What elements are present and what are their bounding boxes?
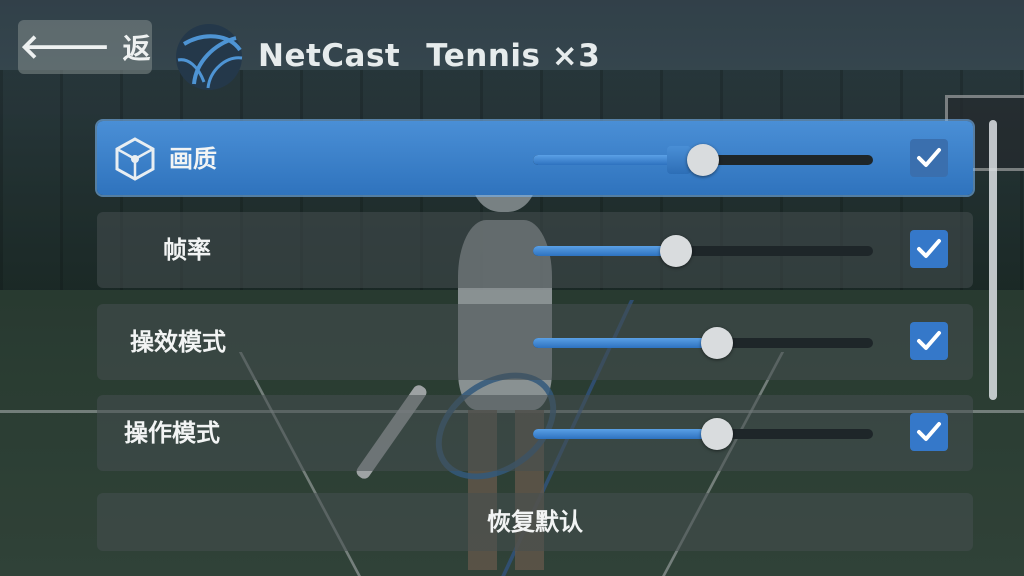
checkmark-icon [917, 148, 941, 167]
framerate-slider[interactable] [533, 235, 873, 267]
setting-row-framerate[interactable]: 帧率 [97, 212, 973, 288]
setting-label: 操效模式 [130, 328, 226, 356]
effect-mode-checkbox[interactable] [910, 322, 948, 360]
tennis-ball-logo-icon [176, 24, 243, 90]
slider-knob[interactable] [659, 235, 692, 267]
graphics-checkbox[interactable] [910, 139, 948, 177]
reset-defaults-button[interactable]: 恢复默认 [97, 493, 973, 551]
checkmark-icon [917, 331, 941, 350]
back-button[interactable]: 🡐 返 [18, 20, 152, 74]
control-mode-checkbox[interactable] [910, 413, 948, 451]
setting-row-effect-mode[interactable]: 操效模式 [97, 304, 973, 380]
scrollbar[interactable] [989, 120, 997, 400]
app-title: NetCast Tennis ×3 [258, 38, 600, 74]
back-arrow-icon: 🡐 [19, 27, 111, 67]
checkmark-icon [917, 239, 941, 258]
setting-row-graphics[interactable]: 画质 [97, 121, 973, 195]
framerate-checkbox[interactable] [910, 230, 948, 268]
app-name: NetCast [258, 38, 401, 74]
back-label: 返 [122, 32, 151, 65]
graphics-slider[interactable] [533, 144, 873, 176]
effect-mode-slider[interactable] [533, 327, 873, 359]
control-mode-slider[interactable] [533, 418, 873, 450]
slider-knob[interactable] [700, 418, 733, 450]
setting-label: 画质 [169, 145, 217, 173]
slider-knob[interactable] [687, 144, 719, 176]
setting-label: 帧率 [163, 236, 211, 264]
slider-knob[interactable] [700, 327, 733, 359]
game-background [0, 0, 1024, 576]
setting-label: 操作模式 [124, 419, 220, 447]
checkmark-icon [917, 422, 941, 441]
setting-row-control-mode[interactable]: 操作模式 [97, 395, 973, 471]
game-name: Tennis ×3 [426, 38, 601, 74]
graphics-cube-icon [115, 137, 155, 181]
